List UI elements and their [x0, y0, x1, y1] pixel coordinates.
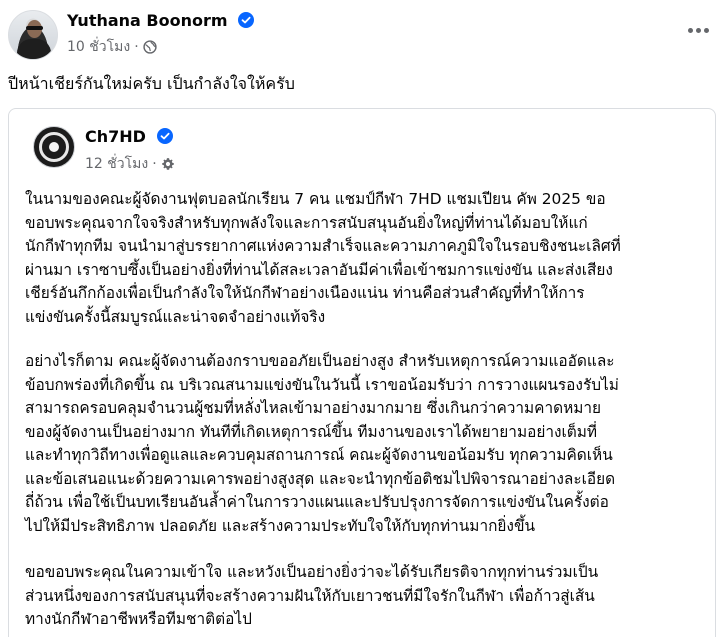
shared-post-card[interactable]: Ch7HD 12 ชั่วโมง · ในนามของคณะผู้จัดงานฟ… — [8, 108, 716, 637]
paragraph-line: ถี่ถ้วน เพื่อใช้เป็นบทเรียนอันล้ำค่าในกา… — [25, 493, 609, 511]
post-caption: ปีหน้าเชียร์กันใหม่ครับ เป็นกำลังใจให้คร… — [8, 74, 295, 93]
paragraph-line: ไปให้มีประสิทธิภาพ ปลอดภัย และสร้างความป… — [25, 516, 535, 535]
more-options-button[interactable] — [686, 22, 710, 38]
settings-icon[interactable] — [161, 157, 175, 171]
post-meta: 10 ชั่วโมง · — [67, 36, 157, 58]
paragraph-line: แข่งขันครั้งนี้สมบูรณ์และน่าจดจำอย่างแท้… — [25, 307, 326, 326]
shared-paragraph-2: อย่างไรก็ตาม คณะผู้จัดงานต้องกราบขออภัยเ… — [25, 350, 709, 538]
paragraph-line: ในนามของคณะผู้จัดงานฟุตบอลนักเรียน 7 คน … — [25, 190, 606, 208]
paragraph-line: อย่างไรก็ตาม คณะผู้จัดงานต้องกราบขออภัยเ… — [25, 352, 615, 370]
post-time[interactable]: 10 ชั่วโมง — [67, 36, 130, 58]
paragraph-line: และข้อเสนอแนะด้วยความเคารพอย่างสูงสุด แล… — [25, 469, 616, 488]
globe-icon[interactable] — [143, 40, 157, 54]
author-avatar[interactable] — [8, 10, 58, 60]
paragraph-line: ขอขอบพระคุณในความเข้าใจ และหวังเป็นอย่าง… — [25, 563, 599, 581]
paragraph-line: เชียร์อันกึกก้องเพื่อเป็นกำลังใจให้นักกี… — [25, 284, 585, 302]
paragraph-line: สามารถครอบคลุมจำนวนผู้ชมที่หลั่งไหลเข้าม… — [25, 399, 602, 417]
paragraph-line: นักกีฬาทุกทีม จนนำมาสู่บรรยากาศแห่งความส… — [25, 237, 621, 255]
more-dot-icon — [687, 27, 693, 33]
shared-post-time[interactable]: 12 ชั่วโมง — [85, 153, 148, 175]
author-name[interactable]: Yuthana Boonorm — [67, 11, 228, 30]
verified-badge-icon — [238, 12, 255, 28]
meta-separator: · — [152, 156, 157, 172]
shared-post-meta: 12 ชั่วโมง · — [85, 153, 175, 175]
paragraph-line: และทำทุกวิถีทางเพื่อดูแลและควบคุมสถานการ… — [25, 446, 613, 464]
paragraph-line: ผ่านมา เราซาบซึ้งเป็นอย่างยิ่งที่ท่านได้… — [25, 260, 613, 279]
paragraph-line: ขอบพระคุณจากใจจริงสำหรับทุกพลังใจและการส… — [25, 213, 588, 232]
shared-author-name[interactable]: Ch7HD — [85, 127, 146, 146]
shared-paragraph-3: ขอขอบพระคุณในความเข้าใจ และหวังเป็นอย่าง… — [25, 561, 709, 632]
meta-separator: · — [134, 39, 139, 55]
paragraph-line: ทางนักกีฬาอาชีพหรือทีมชาติต่อไป — [25, 610, 252, 628]
shared-paragraph-1: ในนามของคณะผู้จัดงานฟุตบอลนักเรียน 7 คน … — [25, 188, 709, 329]
paragraph-line: ข้อบกพร่องที่เกิดขึ้น ณ บริเวณสนามแข่งขั… — [25, 375, 619, 394]
verified-badge-icon — [156, 128, 173, 144]
author-name-row[interactable]: Yuthana Boonorm — [67, 11, 255, 30]
more-dot-icon — [695, 27, 701, 33]
shared-author-name-row[interactable]: Ch7HD — [85, 127, 173, 146]
paragraph-line: ส่วนหนึ่งของการสนับสนุนที่จะสร้างความฝัน… — [25, 586, 595, 605]
shared-author-avatar[interactable] — [33, 126, 75, 168]
more-dot-icon — [703, 27, 709, 33]
paragraph-line: ของผู้จัดงานเป็นอย่างมาก ทันทีที่เกิดเหต… — [25, 422, 598, 441]
